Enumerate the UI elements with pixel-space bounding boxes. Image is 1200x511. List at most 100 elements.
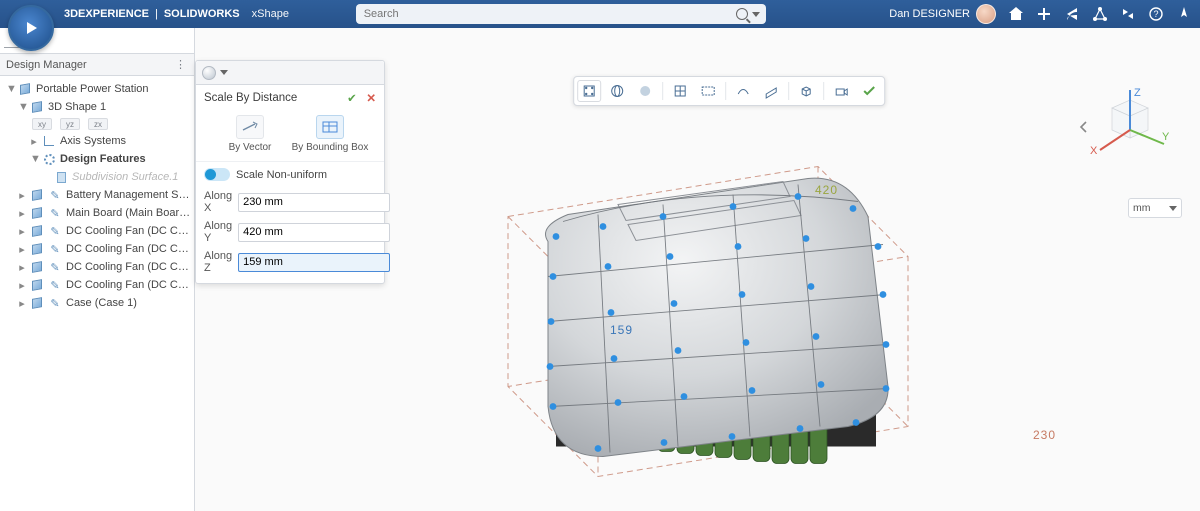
model-shell bbox=[545, 178, 889, 456]
tree-item-label: Portable Power Station bbox=[36, 83, 149, 95]
tree-item[interactable]: ▸✎DC Cooling Fan (DC Cooling F... bbox=[2, 222, 192, 240]
scale-x-input[interactable] bbox=[238, 193, 390, 212]
collab-icon[interactable] bbox=[1120, 6, 1136, 22]
model-display[interactable] bbox=[438, 127, 958, 490]
add-icon[interactable] bbox=[1036, 6, 1052, 22]
compass-play-button[interactable] bbox=[8, 5, 54, 51]
module-label: xShape bbox=[252, 8, 289, 20]
vt-surface[interactable] bbox=[731, 80, 755, 102]
vt-select-mode[interactable] bbox=[577, 80, 601, 102]
plane-btn-xy[interactable]: xy bbox=[32, 118, 52, 130]
home-icon[interactable] bbox=[1008, 6, 1024, 22]
prop-panel-title: Scale By Distance bbox=[204, 92, 297, 104]
user-name-label: Dan DESIGNER bbox=[889, 8, 970, 20]
vt-plane[interactable] bbox=[759, 80, 783, 102]
feature-tree[interactable]: ▼Portable Power Station▼3D Shape 1 xyyzzx… bbox=[0, 76, 194, 316]
panel-close-button[interactable]: ✕ bbox=[366, 93, 376, 105]
vt-boxsel[interactable] bbox=[696, 80, 720, 102]
tree-item[interactable]: ▸✎Battery Management System (... bbox=[2, 186, 192, 204]
triad-collapse-icon[interactable] bbox=[1078, 120, 1088, 137]
cube-icon bbox=[30, 224, 44, 238]
vt-render-mode[interactable] bbox=[633, 80, 657, 102]
brand-label: 3DEXPERIENCE bbox=[64, 8, 149, 20]
design-manager-sidebar: Design Manager ⋮ ▼Portable Power Station… bbox=[0, 28, 195, 511]
panel-ok-button[interactable]: ✔ bbox=[347, 93, 357, 105]
tree-item[interactable]: ▼Portable Power Station bbox=[2, 80, 192, 98]
vt-snap[interactable] bbox=[668, 80, 692, 102]
field-label: Along Y bbox=[204, 220, 232, 244]
tree-item[interactable]: ▸Axis Systems bbox=[2, 132, 192, 150]
tree-item[interactable]: ▸✎Main Board (Main Board - FFF 1) bbox=[2, 204, 192, 222]
scale-nonuniform-label: Scale Non-uniform bbox=[236, 169, 327, 181]
network-icon[interactable] bbox=[1092, 6, 1108, 22]
field-label: Along Z bbox=[204, 250, 232, 274]
edit-icon: ✎ bbox=[48, 296, 62, 310]
cube-icon bbox=[18, 82, 32, 96]
scale-y-input[interactable] bbox=[238, 223, 390, 242]
scale-z-input[interactable] bbox=[238, 253, 390, 272]
tree-item-label: DC Cooling Fan (DC Cooling F... bbox=[66, 225, 192, 237]
cmd-by-bounding-box[interactable]: By Bounding Box bbox=[290, 115, 370, 153]
tree-item[interactable]: ▼Design Features bbox=[2, 150, 192, 168]
cmd-by-vector[interactable]: By Vector bbox=[210, 115, 290, 153]
sidebar-title: Design Manager bbox=[6, 59, 87, 71]
chevron-down-icon bbox=[1169, 206, 1177, 211]
tree-item-label: DC Cooling Fan (DC Cooling F... bbox=[66, 243, 192, 255]
tree-item[interactable]: ▸✎DC Cooling Fan (DC Cooling F... bbox=[2, 276, 192, 294]
edit-icon: ✎ bbox=[48, 260, 62, 274]
tree-item[interactable]: ▼3D Shape 1 bbox=[2, 98, 192, 116]
tree-item-label: Subdivision Surface.1 bbox=[72, 171, 178, 183]
vt-ok-button[interactable] bbox=[857, 80, 881, 102]
edit-icon: ✎ bbox=[48, 242, 62, 256]
unit-picker[interactable]: mm bbox=[1128, 198, 1182, 218]
user-chip[interactable]: Dan DESIGNER bbox=[889, 4, 996, 24]
sidebar-options-icon[interactable]: ⋮ bbox=[175, 58, 188, 71]
axis-icon bbox=[42, 134, 56, 148]
plane-btn-yz[interactable]: yz bbox=[60, 118, 80, 130]
tree-item-label: DC Cooling Fan (DC Cooling F... bbox=[66, 261, 192, 273]
search-icon[interactable] bbox=[736, 8, 748, 20]
vt-globe[interactable] bbox=[605, 80, 629, 102]
help-icon[interactable]: ? bbox=[1148, 6, 1164, 22]
plane-btn-zx[interactable]: zx bbox=[88, 118, 108, 130]
svg-text:Y: Y bbox=[1162, 131, 1170, 143]
search-input[interactable] bbox=[362, 7, 736, 21]
cube-icon bbox=[30, 278, 44, 292]
scale-by-distance-panel: Scale By Distance ✔ ✕ By Vector By Bound… bbox=[195, 60, 385, 284]
edit-icon: ✎ bbox=[48, 224, 62, 238]
tree-item-label: 3D Shape 1 bbox=[48, 101, 106, 113]
cube-icon bbox=[30, 296, 44, 310]
edit-icon: ✎ bbox=[48, 206, 62, 220]
search-scope-chevron-icon[interactable] bbox=[752, 12, 760, 17]
tree-item[interactable]: ▸✎Case (Case 1) bbox=[2, 294, 192, 312]
svg-text:Z: Z bbox=[1134, 87, 1141, 99]
cube-icon bbox=[30, 100, 44, 114]
prop-panel-drag-bar[interactable] bbox=[196, 61, 384, 85]
dimension-y-label[interactable]: 420 bbox=[815, 183, 838, 197]
tree-item[interactable]: ▸✎DC Cooling Fan (DC Cooling F... bbox=[2, 240, 192, 258]
tree-item[interactable]: ▸✎DC Cooling Fan (DC Cooling F... bbox=[2, 258, 192, 276]
dimension-x-label[interactable]: 230 bbox=[1033, 428, 1056, 442]
cube-icon bbox=[30, 188, 44, 202]
north-icon[interactable] bbox=[1176, 6, 1192, 22]
edit-icon: ✎ bbox=[48, 188, 62, 202]
share-icon[interactable] bbox=[1064, 6, 1080, 22]
scale-nonuniform-toggle[interactable] bbox=[204, 168, 230, 181]
cube-icon bbox=[30, 242, 44, 256]
dimension-z-label[interactable]: 159 bbox=[610, 323, 633, 337]
svg-text:?: ? bbox=[1153, 9, 1158, 19]
field-label: Along X bbox=[204, 190, 232, 214]
search-box[interactable] bbox=[356, 4, 766, 24]
tree-item-label: Design Features bbox=[60, 153, 146, 165]
vt-camera[interactable] bbox=[829, 80, 853, 102]
view-toolbar bbox=[573, 76, 885, 106]
tree-item[interactable]: Subdivision Surface.1 bbox=[2, 168, 192, 186]
panel-menu-chevron-icon[interactable] bbox=[220, 70, 228, 75]
vt-box[interactable] bbox=[794, 80, 818, 102]
sidebar-title-bar: Design Manager ⋮ bbox=[0, 54, 194, 76]
app-bar: 3DEXPERIENCE | SOLIDWORKS xShape Dan DES… bbox=[0, 0, 1200, 28]
tree-item-label: DC Cooling Fan (DC Cooling F... bbox=[66, 279, 192, 291]
cube-icon bbox=[30, 260, 44, 274]
orientation-triad[interactable]: Z Y X bbox=[1090, 88, 1170, 168]
app-title: 3DEXPERIENCE | SOLIDWORKS xShape bbox=[64, 8, 289, 20]
